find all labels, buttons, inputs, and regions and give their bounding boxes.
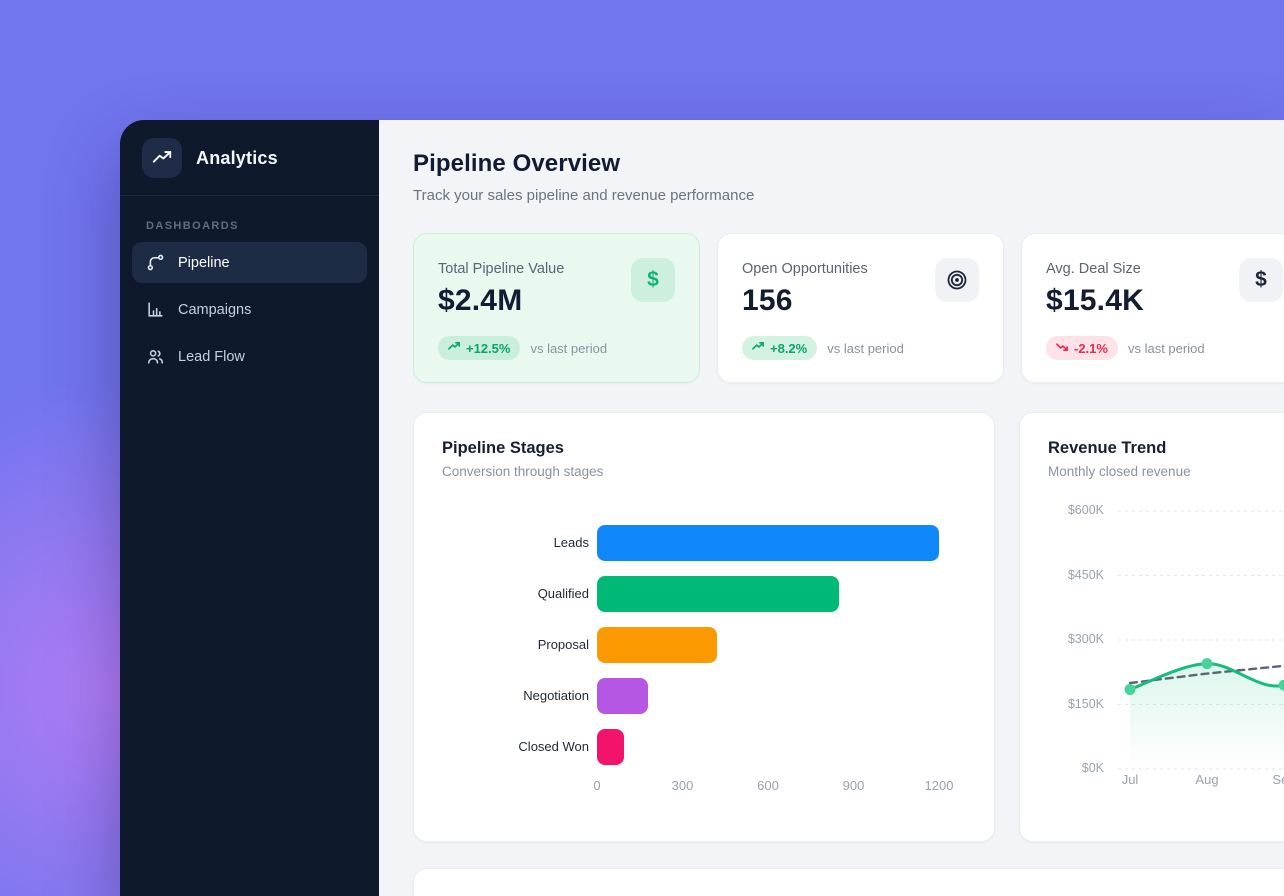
sidebar: Analytics DASHBOARDS Pipeline Campaigns bbox=[120, 120, 379, 896]
trending-up-icon bbox=[752, 340, 765, 356]
bar-track bbox=[597, 627, 939, 663]
bar-category-label: Closed Won bbox=[442, 739, 589, 755]
charts-row: Pipeline Stages Conversion through stage… bbox=[413, 412, 1284, 842]
target-icon bbox=[935, 258, 979, 302]
app-window: Analytics DASHBOARDS Pipeline Campaigns bbox=[120, 120, 1284, 896]
revenue-area-fill bbox=[1130, 627, 1284, 769]
sidebar-section-label: DASHBOARDS bbox=[120, 196, 379, 242]
dollar-icon: $ bbox=[631, 258, 675, 302]
data-point-jul bbox=[1125, 684, 1136, 695]
kpi-card-total-pipeline-value: Total Pipeline Value $2.4M +12.5% vs las… bbox=[413, 233, 700, 383]
app-title: Analytics bbox=[196, 148, 278, 169]
kpi-card-open-opportunities: Open Opportunities 156 +8.2% vs last per… bbox=[717, 233, 1004, 383]
users-icon bbox=[146, 347, 165, 366]
y-axis-tick: $450K bbox=[1048, 568, 1104, 582]
delta-badge: -2.1% bbox=[1046, 336, 1118, 360]
bottom-card-partial bbox=[413, 868, 1284, 896]
bar-proposal bbox=[597, 627, 717, 663]
y-axis-tick: $600K bbox=[1048, 503, 1104, 517]
kpi-card-avg-deal-size: Avg. Deal Size $15.4K -2.1% vs last peri… bbox=[1021, 233, 1284, 383]
dollar-icon: $ bbox=[1239, 258, 1283, 302]
bar-track bbox=[597, 678, 939, 714]
x-axis-tick: 300 bbox=[672, 778, 694, 793]
kpi-footer: -2.1% vs last period bbox=[1046, 336, 1205, 360]
bar-track bbox=[597, 729, 939, 765]
sidebar-item-pipeline[interactable]: Pipeline bbox=[132, 242, 367, 283]
sidebar-item-label: Lead Flow bbox=[178, 349, 245, 365]
trending-up-icon bbox=[448, 340, 461, 356]
delta-badge: +12.5% bbox=[438, 336, 520, 360]
bar-category-label: Qualified bbox=[442, 586, 589, 602]
kpi-comparison: vs last period bbox=[827, 341, 904, 356]
trending-down-icon bbox=[1056, 340, 1069, 356]
sidebar-item-campaigns[interactable]: Campaigns bbox=[132, 289, 367, 330]
pipeline-stages-card: Pipeline Stages Conversion through stage… bbox=[413, 412, 995, 842]
bar-row: Negotiation bbox=[442, 678, 966, 714]
sidebar-item-label: Pipeline bbox=[178, 255, 230, 271]
bar-row: Leads bbox=[442, 525, 966, 561]
chart-subtitle: Monthly closed revenue bbox=[1048, 464, 1284, 479]
bar-row: Proposal bbox=[442, 627, 966, 663]
y-axis-tick: $300K bbox=[1048, 632, 1104, 646]
bar-closed-won bbox=[597, 729, 624, 765]
x-axis-tick: 1200 bbox=[925, 778, 954, 793]
kpi-comparison: vs last period bbox=[530, 341, 607, 356]
bar-category-label: Proposal bbox=[442, 637, 589, 653]
bar-track bbox=[597, 525, 939, 561]
sidebar-item-label: Campaigns bbox=[178, 302, 251, 318]
chart-title: Pipeline Stages bbox=[442, 439, 966, 458]
bar-leads bbox=[597, 525, 939, 561]
page-subtitle: Track your sales pipeline and revenue pe… bbox=[413, 187, 1284, 204]
route-icon bbox=[146, 253, 165, 272]
sidebar-header: Analytics bbox=[120, 120, 379, 195]
x-axis-tick: 0 bbox=[593, 778, 600, 793]
x-axis-tick: 900 bbox=[843, 778, 865, 793]
data-point-aug bbox=[1202, 658, 1213, 669]
bar-category-label: Leads bbox=[442, 535, 589, 551]
page-title: Pipeline Overview bbox=[413, 150, 1284, 178]
y-axis-tick: $150K bbox=[1048, 697, 1104, 711]
pipeline-stages-chart: Leads Qualified Proposal Negotiation Closed … bbox=[442, 525, 966, 765]
x-axis-tick: 600 bbox=[757, 778, 779, 793]
bar-row: Qualified bbox=[442, 576, 966, 612]
y-axis-tick: $0K bbox=[1048, 761, 1104, 775]
main-content: Pipeline Overview Track your sales pipel… bbox=[379, 120, 1284, 896]
trending-up-icon bbox=[151, 147, 173, 169]
revenue-trend-chart: $600K $450K $300K $150K $0KJul Aug Sep bbox=[1048, 495, 1284, 789]
revenue-line-svg bbox=[1118, 495, 1284, 787]
x-axis-tick: Sep bbox=[1261, 772, 1284, 787]
sidebar-nav: Pipeline Campaigns Lead Flow bbox=[120, 242, 379, 377]
bar-negotiation bbox=[597, 678, 648, 714]
bar-chart-icon bbox=[146, 300, 165, 319]
x-axis-tick: Aug bbox=[1184, 772, 1230, 787]
kpi-comparison: vs last period bbox=[1128, 341, 1205, 356]
bar-qualified bbox=[597, 576, 839, 612]
bar-category-label: Negotiation bbox=[442, 688, 589, 704]
sidebar-item-lead-flow[interactable]: Lead Flow bbox=[132, 336, 367, 377]
x-axis-tick: Jul bbox=[1107, 772, 1153, 787]
kpi-row: Total Pipeline Value $2.4M +12.5% vs las… bbox=[413, 233, 1284, 383]
app-logo bbox=[142, 138, 182, 178]
kpi-footer: +12.5% vs last period bbox=[438, 336, 607, 360]
bar-row: Closed Won bbox=[442, 729, 966, 765]
chart-title: Revenue Trend bbox=[1048, 439, 1284, 458]
kpi-footer: +8.2% vs last period bbox=[742, 336, 904, 360]
pipeline-stages-x-axis: 03006009001200 bbox=[597, 778, 939, 796]
revenue-trend-card: Revenue Trend Monthly closed revenue $60… bbox=[1019, 412, 1284, 842]
delta-badge: +8.2% bbox=[742, 336, 817, 360]
bar-track bbox=[597, 576, 939, 612]
chart-subtitle: Conversion through stages bbox=[442, 464, 966, 479]
